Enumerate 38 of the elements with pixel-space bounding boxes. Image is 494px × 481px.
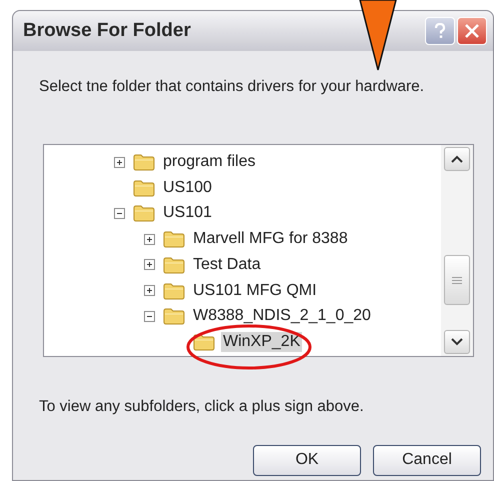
folder-label[interactable]: Test Data (191, 254, 263, 275)
cancel-button[interactable]: Cancel (373, 444, 481, 476)
collapse-icon[interactable] (114, 208, 125, 219)
folder-label[interactable]: W8388_NDIS_2_1_0_20 (191, 306, 373, 326)
folder-icon (163, 256, 185, 274)
close-button[interactable] (457, 17, 487, 45)
help-icon (434, 23, 446, 39)
scroll-thumb[interactable] (444, 255, 470, 306)
ok-button[interactable]: OK (253, 444, 361, 476)
folder-icon (133, 153, 155, 172)
folder-label[interactable]: US101 (161, 203, 214, 224)
close-icon (464, 23, 480, 39)
chevron-up-icon (451, 155, 463, 164)
scrollbar[interactable] (441, 145, 473, 356)
folder-label[interactable]: WinXP_2K (221, 332, 302, 352)
instruction-text: Select tne folder that contains drivers for your hardware. (39, 77, 426, 97)
folder-icon (163, 230, 185, 248)
collapse-icon[interactable] (144, 310, 155, 322)
expand-icon[interactable] (114, 156, 125, 168)
folder-icon (193, 332, 215, 351)
expand-icon[interactable] (144, 234, 155, 245)
scroll-down-button[interactable] (444, 330, 470, 354)
folder-label[interactable]: program files (161, 152, 258, 172)
window-title: Browse For Folder (23, 18, 192, 43)
expand-icon[interactable] (144, 285, 155, 296)
folder-icon (133, 178, 155, 197)
folder-label[interactable]: US101 MFG QMI (191, 280, 319, 301)
scroll-up-button[interactable] (444, 147, 470, 172)
folder-label[interactable]: US100 (161, 178, 214, 198)
hint-text: To view any subfolders, click a plus sign above. (39, 397, 365, 418)
grip-icon (452, 276, 462, 284)
folder-icon (163, 282, 185, 300)
folder-icon (163, 307, 185, 326)
callout-arrow (358, 0, 398, 72)
chevron-down-icon (451, 338, 463, 346)
folder-icon (133, 204, 155, 222)
expand-icon[interactable] (144, 259, 155, 270)
folder-label[interactable]: Marvell MFG for 8388 (191, 229, 350, 250)
